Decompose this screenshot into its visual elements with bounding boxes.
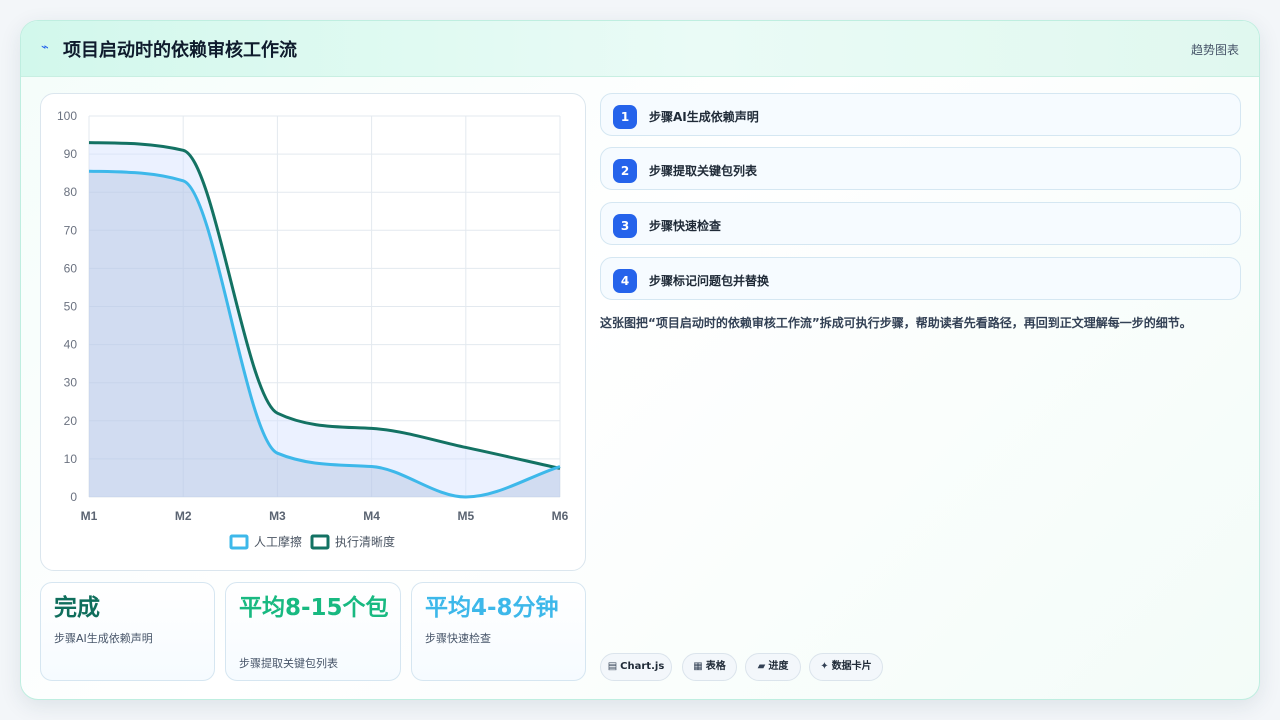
y-tick-label: 70 bbox=[64, 223, 78, 237]
y-tick-label: 60 bbox=[64, 261, 78, 275]
chip-table[interactable]: ▦ 表格 bbox=[682, 653, 737, 681]
step-number: 3 bbox=[613, 214, 637, 238]
card-header: ⌁ 项目启动时的依赖审核工作流 趋势图表 bbox=[21, 21, 1259, 77]
stat-value: 平均4-8分钟 bbox=[425, 595, 559, 621]
y-tick-label: 30 bbox=[64, 376, 78, 390]
step-item-3: 3 步骤快速检查 bbox=[600, 202, 1241, 245]
stat-value: 完成 bbox=[54, 595, 100, 621]
progress-icon: ▰ bbox=[757, 661, 766, 672]
y-tick-label: 0 bbox=[70, 490, 77, 504]
stat-card-3: 平均4-8分钟 步骤快速检查 bbox=[411, 582, 586, 681]
legend-swatch bbox=[229, 534, 249, 550]
y-tick-label: 20 bbox=[64, 414, 78, 428]
y-tick-label: 40 bbox=[64, 338, 78, 352]
page-title: 项目启动时的依赖审核工作流 bbox=[63, 40, 297, 61]
stat-card-2: 平均8-15个包 步骤提取关键包列表 bbox=[225, 582, 401, 681]
legend-label: 人工摩擦 bbox=[254, 534, 302, 549]
stat-label: 步骤快速检查 bbox=[425, 632, 491, 645]
x-tick-label: M6 bbox=[552, 509, 569, 523]
step-number: 2 bbox=[613, 159, 637, 183]
y-tick-label: 50 bbox=[64, 300, 78, 314]
step-text: 步骤标记问题包并替换 bbox=[649, 274, 770, 288]
x-tick-label: M1 bbox=[81, 509, 98, 523]
y-tick-label: 80 bbox=[64, 185, 78, 199]
trend-chart: 0 10 20 30 40 50 60 70 80 90 100 M1 M2 M3 M4 M5 M6 人工摩擦 执行… bbox=[40, 93, 586, 571]
stat-label: 步骤提取关键包列表 bbox=[239, 657, 338, 670]
chip-label: Chart.js bbox=[620, 661, 665, 672]
x-tick-label: M3 bbox=[269, 509, 286, 523]
x-tick-label: M4 bbox=[363, 509, 380, 523]
step-item-4: 4 步骤标记问题包并替换 bbox=[600, 257, 1241, 300]
step-text: 步骤AI生成依赖声明 bbox=[649, 110, 759, 124]
stat-value: 平均8-15个包 bbox=[239, 595, 389, 621]
stat-label: 步骤AI生成依赖声明 bbox=[54, 632, 153, 645]
step-item-2: 2 步骤提取关键包列表 bbox=[600, 147, 1241, 190]
x-tick-label: M2 bbox=[175, 509, 192, 523]
step-text: 步骤提取关键包列表 bbox=[649, 164, 758, 178]
step-number: 4 bbox=[613, 269, 637, 293]
chip-label: 进度 bbox=[768, 661, 789, 672]
workflow-card: ⌁ 项目启动时的依赖审核工作流 趋势图表 0 10 20 30 40 50 60 70 80 90… bbox=[20, 20, 1260, 700]
chip-label: 表格 bbox=[705, 661, 726, 672]
step-number: 1 bbox=[613, 105, 637, 129]
pulse-icon: ⌁ bbox=[41, 40, 49, 55]
sparkle-icon: ✦ bbox=[820, 661, 829, 672]
trend-chart-svg: 0 10 20 30 40 50 60 70 80 90 100 M1 M2 M3 M4 M5 M6 人工摩擦 执行… bbox=[57, 109, 569, 550]
x-tick-label: M5 bbox=[457, 509, 474, 523]
y-tick-label: 100 bbox=[57, 109, 77, 123]
chip-progress[interactable]: ▰ 进度 bbox=[745, 653, 801, 681]
chip-label: 数据卡片 bbox=[831, 661, 872, 672]
chart-type-tag: 趋势图表 bbox=[1190, 43, 1239, 57]
stat-card-1: 完成 步骤AI生成依赖声明 bbox=[40, 582, 215, 681]
description-text: 这张图把“项目启动时的依赖审核工作流”拆成可执行步骤，帮助读者先看路径，再回到正… bbox=[600, 316, 1192, 330]
step-text: 步骤快速检查 bbox=[649, 219, 722, 233]
table-icon: ▦ bbox=[693, 661, 703, 672]
chart-icon: ▤ bbox=[607, 661, 618, 672]
legend-label: 执行清晰度 bbox=[335, 534, 395, 549]
chip-chartjs[interactable]: ▤ Chart.js bbox=[600, 653, 672, 681]
chip-data-card[interactable]: ✦ 数据卡片 bbox=[809, 653, 883, 681]
step-item-1: 1 步骤AI生成依赖声明 bbox=[600, 93, 1241, 136]
y-tick-label: 90 bbox=[64, 147, 78, 161]
legend-swatch bbox=[310, 534, 330, 550]
y-tick-label: 10 bbox=[64, 452, 78, 466]
